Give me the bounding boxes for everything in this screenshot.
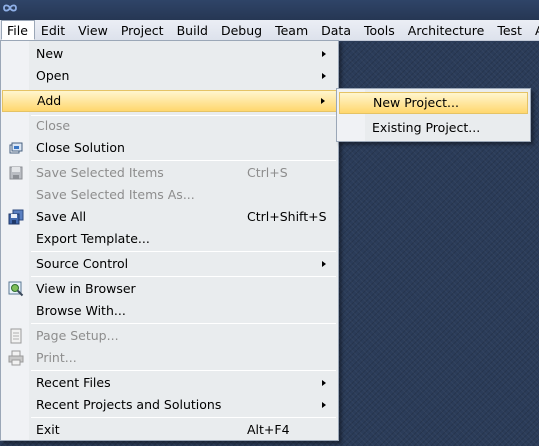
menu-item-print[interactable]: Print...	[2, 347, 337, 369]
submenu-arrow-icon	[322, 73, 326, 79]
vs-infinity-logo-icon	[3, 4, 17, 12]
menu-item-label: Export Template...	[36, 231, 150, 246]
menu-item-view-in-browser[interactable]: View in Browser	[2, 278, 337, 300]
submenu-item-existing-project[interactable]: Existing Project...	[339, 117, 528, 139]
menu-item-label: Save Selected Items	[36, 165, 164, 180]
menu-item-save-selected-items-as[interactable]: Save Selected Items As...	[2, 184, 337, 206]
menu-item-label: Save Selected Items As...	[36, 187, 195, 202]
submenu-arrow-icon	[322, 402, 326, 408]
save-icon	[9, 166, 23, 180]
menu-file[interactable]: File	[1, 20, 35, 40]
menu-view[interactable]: View	[72, 20, 115, 40]
menu-separator	[31, 276, 336, 277]
menu-test[interactable]: Test	[491, 20, 529, 40]
submenu-item-label: Existing Project...	[372, 120, 481, 135]
menu-item-label: Open	[36, 68, 70, 83]
menu-item-close-solution[interactable]: Close Solution	[2, 137, 337, 159]
menu-item-label: New	[36, 46, 64, 61]
menu-item-label: Page Setup...	[36, 328, 119, 343]
menu-item-label: Recent Projects and Solutions	[36, 397, 222, 412]
menu-item-label: Print...	[36, 350, 77, 365]
menu-item-recent-projects-and-solutions[interactable]: Recent Projects and Solutions	[2, 394, 337, 416]
menu-item-label: View in Browser	[36, 281, 136, 296]
menu-separator	[31, 160, 336, 161]
menu-item-browse-with[interactable]: Browse With...	[2, 300, 337, 322]
menu-item-label: Save All	[36, 209, 87, 224]
menu-item-close[interactable]: Close	[2, 115, 337, 137]
submenu-arrow-icon	[322, 261, 326, 267]
menu-separator	[31, 323, 336, 324]
menu-analyze[interactable]: Ana	[529, 20, 539, 40]
page-setup-icon	[10, 328, 22, 344]
menu-item-save-selected-items[interactable]: Save Selected Items Ctrl+S	[2, 162, 337, 184]
menu-separator	[31, 417, 336, 418]
menu-item-label: Close	[36, 118, 71, 133]
submenu-item-label: New Project...	[373, 95, 459, 110]
menu-project[interactable]: Project	[115, 20, 171, 40]
submenu-item-new-project[interactable]: New Project...	[339, 92, 528, 114]
menu-item-label: Recent Files	[36, 375, 111, 390]
menu-item-exit[interactable]: Exit Alt+F4	[2, 419, 337, 441]
menu-tools[interactable]: Tools	[358, 20, 402, 40]
menu-separator	[31, 251, 336, 252]
menu-item-export-template[interactable]: Export Template...	[2, 228, 337, 250]
menu-item-page-setup[interactable]: Page Setup...	[2, 325, 337, 347]
view-in-browser-icon	[8, 281, 24, 297]
menu-item-add[interactable]: Add	[2, 90, 337, 112]
menu-edit[interactable]: Edit	[35, 20, 72, 40]
menu-item-new[interactable]: New	[2, 43, 337, 65]
menu-item-recent-files[interactable]: Recent Files	[2, 372, 337, 394]
print-icon	[8, 350, 24, 366]
menu-data[interactable]: Data	[315, 20, 358, 40]
submenu-arrow-icon	[322, 51, 326, 57]
menu-item-shortcut: Alt+F4	[247, 422, 290, 437]
menu-item-label: Exit	[36, 422, 60, 437]
menu-debug[interactable]: Debug	[215, 20, 269, 40]
close-solution-icon	[9, 142, 23, 154]
menu-item-save-all[interactable]: Save All Ctrl+Shift+S	[2, 206, 337, 228]
menu-architecture[interactable]: Architecture	[402, 20, 492, 40]
menu-separator	[31, 370, 336, 371]
menu-item-label: Source Control	[36, 256, 129, 271]
menu-item-label: Browse With...	[36, 303, 126, 318]
menu-bar: File Edit View Project Build Debug Team …	[0, 20, 539, 41]
menu-item-label: Add	[37, 93, 62, 108]
menu-item-open[interactable]: Open	[2, 65, 337, 87]
menu-item-source-control[interactable]: Source Control	[2, 253, 337, 275]
menu-item-label: Close Solution	[36, 140, 125, 155]
submenu-arrow-icon	[322, 380, 326, 386]
add-submenu: New Project... Existing Project...	[336, 88, 531, 142]
file-menu-dropdown: New Open Add Close Close Solution Save S…	[0, 40, 339, 441]
menu-team[interactable]: Team	[269, 20, 315, 40]
menu-item-shortcut: Ctrl+S	[247, 165, 288, 180]
save-all-icon	[8, 209, 24, 225]
menu-item-shortcut: Ctrl+Shift+S	[247, 209, 327, 224]
submenu-arrow-icon	[321, 98, 325, 104]
title-strip	[0, 0, 539, 20]
menu-build[interactable]: Build	[171, 20, 215, 40]
